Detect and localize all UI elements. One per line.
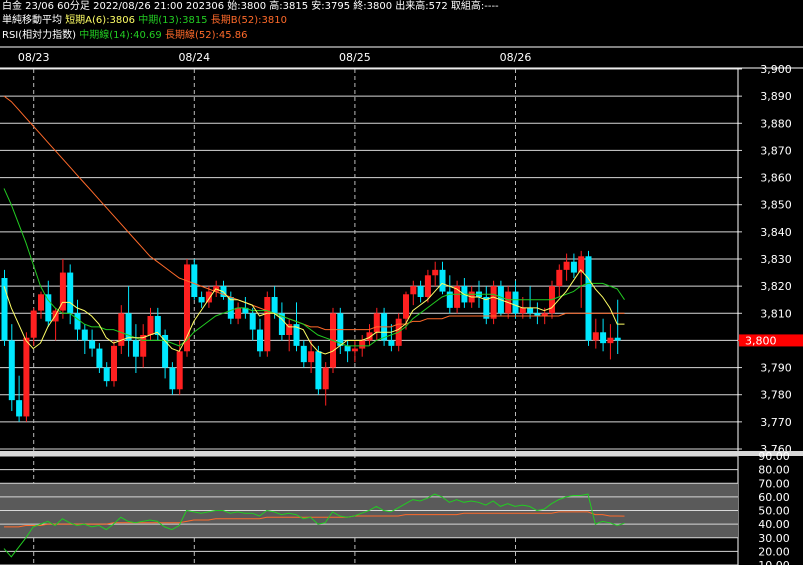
y-tick-label: 3,770	[760, 416, 792, 429]
candle-down	[67, 272, 74, 314]
candle-down	[169, 367, 176, 390]
candle-down	[271, 297, 278, 314]
y-tick-label: 3,880	[760, 117, 792, 130]
candle-down	[417, 286, 424, 297]
rsi-tick-label: 60.00	[758, 491, 790, 504]
candle-up	[308, 351, 315, 363]
candle-down	[483, 297, 490, 319]
rsi-tick-label: 10.00	[758, 559, 790, 565]
candle-up	[176, 351, 183, 390]
date-strip	[0, 48, 803, 68]
candle-down	[600, 332, 607, 344]
candle-up	[351, 348, 358, 352]
candle-up	[432, 269, 439, 276]
y-tick-label: 3,900	[760, 63, 792, 76]
y-tick-label: 3,860	[760, 172, 792, 185]
candle-down	[439, 269, 446, 292]
candle-down	[249, 313, 256, 330]
candle-up	[264, 297, 271, 352]
rsi-tick-label: 70.00	[758, 477, 790, 490]
price-chart[interactable]: 3,900 3,890 3,880 3,870 3,860 3,850 3,840 3,830…	[0, 0, 803, 565]
candle-down	[81, 329, 88, 341]
candle-down	[512, 291, 519, 314]
candle-down	[132, 340, 139, 357]
candle-down	[300, 345, 307, 363]
candle-up	[111, 345, 117, 382]
candle-down	[191, 264, 198, 297]
candle-down	[162, 335, 169, 368]
candle-down	[315, 351, 322, 390]
candle-up	[563, 261, 570, 270]
panel-separator	[0, 451, 803, 456]
candle-down	[16, 400, 23, 417]
candle-down	[45, 294, 52, 322]
rsi-tick-label: 80.00	[758, 464, 790, 477]
candle-down	[103, 367, 110, 382]
candle-up	[140, 335, 147, 357]
y-tick-label: 3,790	[760, 362, 792, 375]
candle-up	[322, 367, 329, 390]
candle-down	[8, 340, 15, 401]
rsi-tick-label: 90.00	[758, 450, 790, 463]
y-tick-label: 3,870	[760, 144, 792, 157]
candle-up	[519, 307, 526, 314]
y-tick-label: 3,780	[760, 389, 792, 402]
date-label: 08/26	[500, 51, 532, 64]
date-label: 08/25	[339, 51, 371, 64]
candle-down	[388, 340, 395, 346]
candle-down	[585, 256, 592, 341]
rsi-tick-label: 20.00	[758, 545, 790, 558]
candle-up	[30, 310, 37, 338]
candle-up	[38, 294, 44, 311]
candle-up	[235, 307, 242, 319]
candle-up	[359, 340, 366, 349]
candle-down	[198, 297, 205, 303]
candle-up	[490, 286, 497, 319]
candle-up	[592, 332, 599, 341]
candle-up	[23, 337, 30, 417]
y-tick-label: 3,810	[760, 307, 792, 320]
candle-down	[527, 307, 534, 314]
candle-down	[570, 261, 577, 273]
rsi-tick-label: 30.00	[758, 532, 790, 545]
y-tick-label: 3,890	[760, 90, 792, 103]
candle-up	[205, 291, 212, 303]
y-tick-label: 3,850	[760, 199, 792, 212]
y-tick-label: 3,820	[760, 280, 792, 293]
candle-down	[344, 345, 351, 352]
candle-down	[227, 297, 234, 319]
candle-up	[556, 269, 563, 287]
y-tick-label: 3,840	[760, 226, 792, 239]
date-label: 08/24	[178, 51, 210, 64]
candle-up	[424, 275, 431, 297]
candle-down	[74, 313, 81, 330]
candle-up	[147, 316, 154, 335]
candle-down	[89, 340, 96, 349]
y-tick-label: 3,830	[760, 253, 792, 266]
candle-down	[614, 337, 621, 341]
candle-up	[607, 337, 614, 344]
candle-down	[257, 329, 263, 352]
candle-up	[373, 313, 380, 333]
last-price-label: 3,800	[745, 334, 777, 347]
candle-up	[410, 286, 417, 295]
rsi-tick-label: 40.00	[758, 518, 790, 531]
candle-down	[96, 348, 103, 368]
ma-long-line	[3, 95, 625, 331]
candle-up	[403, 294, 409, 319]
rsi-tick-label: 50.00	[758, 505, 790, 518]
date-label: 08/23	[18, 51, 50, 64]
